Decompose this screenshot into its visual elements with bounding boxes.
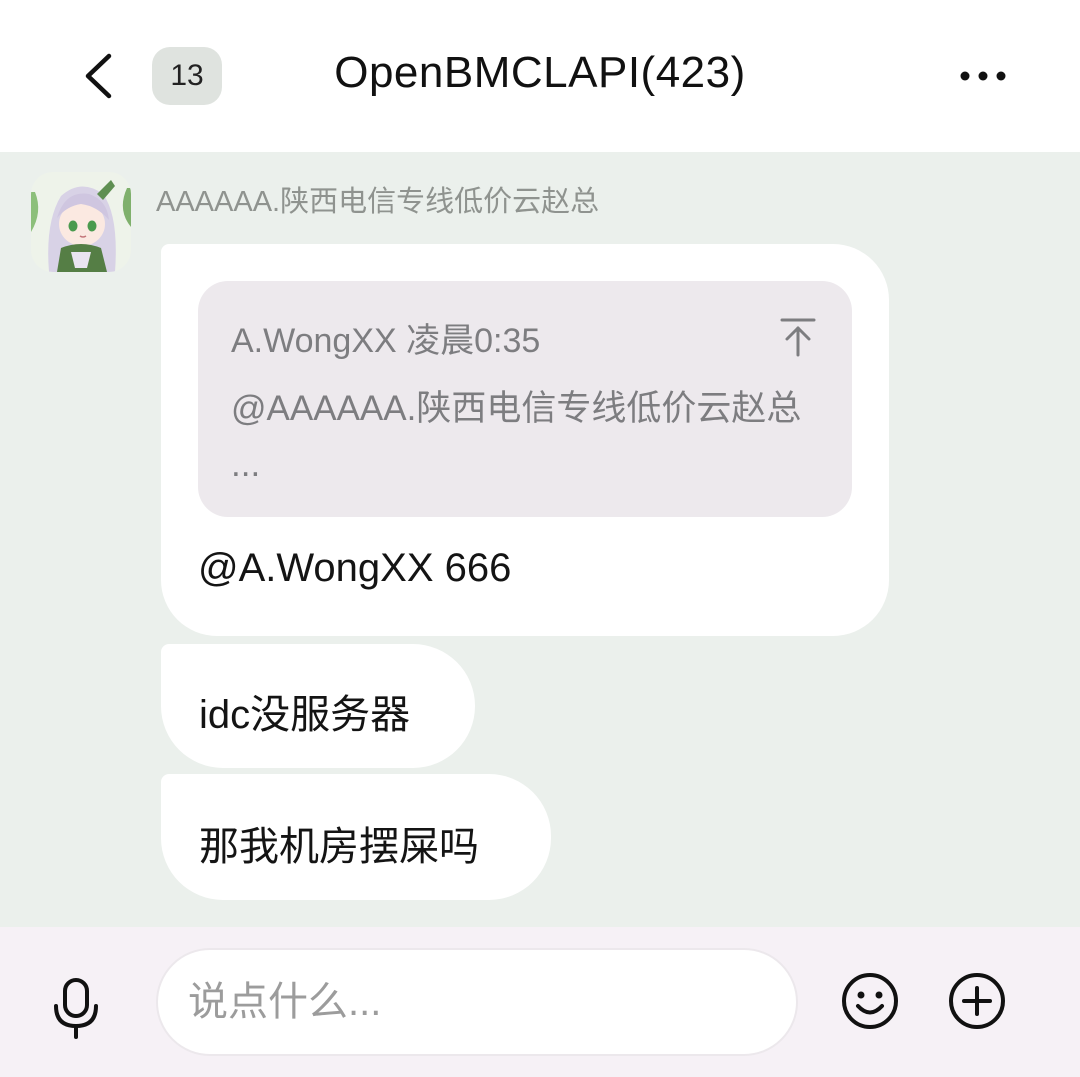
anime-character-avatar xyxy=(31,172,131,272)
message-text: idc没服务器 xyxy=(199,693,411,737)
voice-button[interactable] xyxy=(44,977,108,1041)
plus-circle-icon[interactable] xyxy=(947,971,1007,1031)
jump-to-top-icon[interactable] xyxy=(776,315,820,359)
smiley-icon[interactable] xyxy=(840,971,900,1031)
message-input[interactable] xyxy=(156,948,798,1056)
message-text: 那我机房摆屎吗 xyxy=(199,825,479,869)
message-bubble[interactable]: idc没服务器 xyxy=(161,644,475,768)
message-text: @A.WongXX 666 xyxy=(198,546,512,590)
chat-title: OpenBMCLAPI(423) xyxy=(334,48,746,97)
sender-name: AAAAAA.陕西电信专线低价云赵总 xyxy=(156,186,600,218)
top-bar: 13 OpenBMCLAPI(423) xyxy=(0,0,1080,152)
message-bubble[interactable]: 那我机房摆屎吗 xyxy=(161,774,551,900)
sender-avatar[interactable] xyxy=(31,172,131,272)
message-bubble[interactable]: A.WongXX 凌晨0:35 @AAAAAA.陕西电信专线低价云赵总 ... … xyxy=(161,244,889,636)
quote-text: @AAAAAA.陕西电信专线低价云赵总 ... xyxy=(231,389,802,484)
microphone-icon xyxy=(54,978,98,1039)
more-button[interactable] xyxy=(950,52,1016,100)
chat-screen: 13 OpenBMCLAPI(423) AAAAAA.陕西电信专线低价云赵总 A… xyxy=(0,0,1080,1077)
quote-author-time: A.WongXX 凌晨0:35 xyxy=(231,322,541,360)
message-list[interactable]: AAAAAA.陕西电信专线低价云赵总 A.WongXX 凌晨0:35 @AAAA… xyxy=(0,152,1080,927)
input-bar xyxy=(0,927,1080,1077)
more-horizontal-icon xyxy=(960,71,1006,81)
quoted-message[interactable]: A.WongXX 凌晨0:35 @AAAAAA.陕西电信专线低价云赵总 ... xyxy=(198,281,852,517)
